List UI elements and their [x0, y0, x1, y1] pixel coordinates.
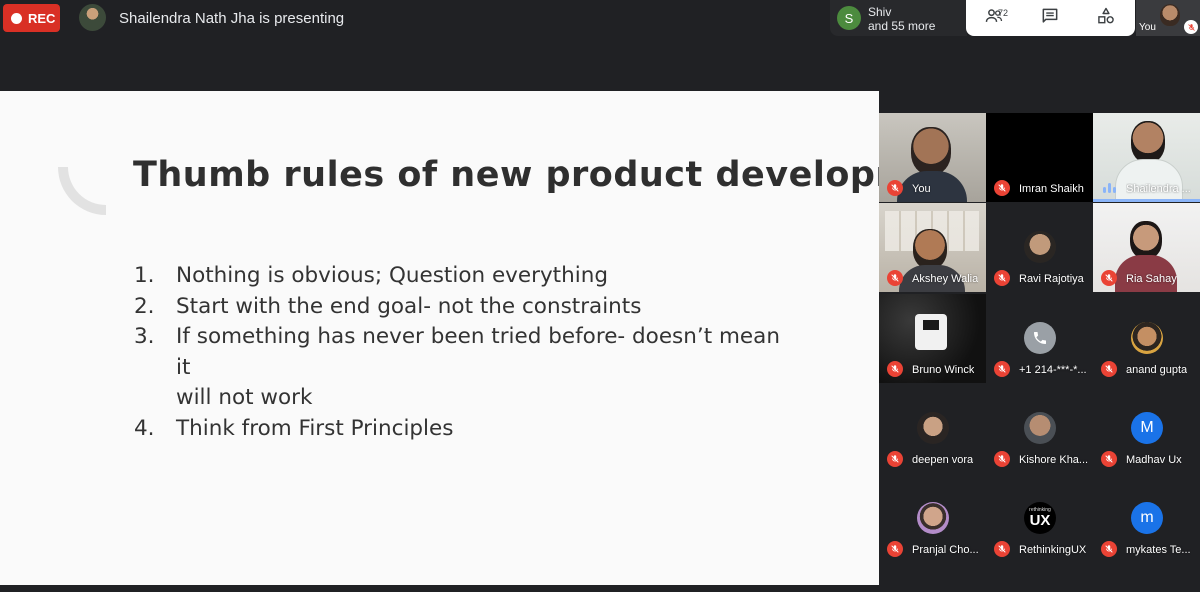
- participant-avatar: [1024, 231, 1056, 263]
- participant-video: [913, 229, 947, 269]
- participant-name: Bruno Winck: [912, 364, 975, 376]
- participant-tile[interactable]: You: [879, 113, 986, 202]
- participant-avatar: [1131, 322, 1163, 354]
- mic-off-icon: [887, 361, 903, 377]
- mic-off-icon: [1101, 270, 1117, 286]
- mic-off-icon: [994, 361, 1010, 377]
- mic-off-icon: [994, 451, 1010, 467]
- activities-button[interactable]: [1078, 0, 1134, 36]
- participant-tile[interactable]: +1 214-***-*...: [986, 294, 1093, 383]
- phone-icon: [1024, 322, 1056, 354]
- participant-tile[interactable]: Bruno Winck: [879, 294, 986, 383]
- rethinkingux-logo: rethinking UX: [1024, 502, 1056, 534]
- presenter-avatar: [79, 4, 106, 31]
- participant-name: RethinkingUX: [1019, 544, 1087, 556]
- presentation-slide: Thumb rules of new product development 1…: [0, 91, 979, 585]
- others-avatar: S: [837, 6, 861, 30]
- item-number: 3.: [134, 324, 155, 349]
- participant-name: +1 214-***-*...: [1019, 364, 1087, 376]
- item-text: Nothing is obvious; Question everything: [176, 263, 608, 288]
- participant-video: [1130, 221, 1162, 259]
- people-button[interactable]: 72: [966, 0, 1022, 36]
- participant-avatar: m: [1131, 502, 1163, 534]
- slide-list-item: 3. If something has never been tried bef…: [134, 322, 794, 414]
- participant-name: Shailendra ...: [1126, 183, 1191, 195]
- mic-off-icon: [887, 451, 903, 467]
- active-speaker-border: [1093, 199, 1200, 202]
- participant-avatar: [917, 502, 949, 534]
- participant-tile[interactable]: Pranjal Cho...: [879, 474, 986, 563]
- rec-label: REC: [28, 10, 56, 26]
- top-bar: REC Shailendra Nath Jha is presenting S …: [0, 0, 1200, 38]
- participant-name: deepen vora: [912, 454, 974, 466]
- mic-off-icon: [887, 180, 903, 196]
- speaking-indicator-icon: [1103, 183, 1116, 193]
- participant-name: Imran Shaikh: [1019, 183, 1084, 195]
- recording-indicator[interactable]: REC: [3, 4, 60, 32]
- slide-decoration: [58, 167, 106, 215]
- self-view-tile[interactable]: You: [1136, 0, 1200, 36]
- chat-button[interactable]: [1022, 0, 1078, 36]
- item-number: 4.: [134, 415, 155, 441]
- participant-tile[interactable]: Imran Shaikh: [986, 113, 1093, 202]
- participants-count: 72: [998, 8, 1009, 18]
- participant-tile[interactable]: rethinking UX RethinkingUX: [986, 474, 1093, 563]
- mic-off-icon: [994, 541, 1010, 557]
- participant-name: Madhav Ux: [1126, 454, 1182, 466]
- participant-name: Kishore Kha...: [1019, 454, 1089, 466]
- mic-off-icon: [1101, 361, 1117, 377]
- participant-avatar: [917, 412, 949, 444]
- others-more: and 55 more: [868, 19, 936, 33]
- bottom-strip: [0, 585, 879, 592]
- slide-list-item: 2. Start with the end goal- not the cons…: [134, 292, 794, 323]
- slide-title: Thumb rules of new product development: [133, 155, 980, 195]
- participant-video: [911, 127, 951, 175]
- item-number: 1.: [134, 263, 155, 288]
- mic-off-icon: [1184, 20, 1198, 34]
- mic-off-icon: [994, 180, 1010, 196]
- others-name: Shiv: [868, 5, 892, 19]
- mic-off-icon: [887, 270, 903, 286]
- participant-name: Ria Sahay: [1126, 273, 1177, 285]
- slide-list: 1. Nothing is obvious; Question everythi…: [134, 261, 794, 444]
- item-text: If something has never been tried before…: [176, 324, 780, 380]
- call-controls: 72: [966, 0, 1135, 36]
- participant-avatar: [1024, 412, 1056, 444]
- self-video: [1160, 4, 1180, 26]
- participant-tile-active-speaker[interactable]: Shailendra ...: [1093, 113, 1200, 202]
- mic-off-icon: [887, 541, 903, 557]
- activities-icon: [1096, 6, 1116, 31]
- participant-tile[interactable]: Kishore Kha...: [986, 384, 1093, 473]
- participant-name: You: [912, 183, 931, 195]
- mic-off-icon: [994, 270, 1010, 286]
- participant-name: anand gupta: [1126, 364, 1188, 376]
- participant-name: Akshey Walia: [912, 273, 979, 285]
- participant-name: Pranjal Cho...: [912, 544, 979, 556]
- record-dot-icon: [11, 12, 22, 24]
- chat-icon: [1040, 6, 1060, 31]
- participant-tile[interactable]: Ravi Rajotiya: [986, 203, 1093, 292]
- participant-name: mykates Te...: [1126, 544, 1191, 556]
- participant-avatar: M: [1131, 412, 1163, 444]
- participant-tile[interactable]: anand gupta: [1093, 294, 1200, 383]
- participant-tile[interactable]: M Madhav Ux: [1093, 384, 1200, 473]
- item-text: Start with the end goal- not the constra…: [176, 293, 642, 319]
- participant-tile[interactable]: m mykates Te...: [1093, 474, 1200, 563]
- participant-video: [1131, 121, 1165, 163]
- other-participants-indicator[interactable]: S Shiv and 55 more: [830, 0, 967, 36]
- mic-off-icon: [1101, 541, 1117, 557]
- item-text-continued: will not work: [176, 385, 313, 410]
- participant-name: Ravi Rajotiya: [1019, 273, 1084, 285]
- item-text: Think from First Principles: [176, 415, 454, 441]
- self-label: You: [1139, 22, 1156, 33]
- slide-list-item: 4. Think from First Principles: [134, 414, 794, 445]
- participant-tile[interactable]: Ria Sahay: [1093, 203, 1200, 292]
- presenting-status: Shailendra Nath Jha is presenting: [119, 10, 345, 27]
- participant-tile[interactable]: Akshey Walia: [879, 203, 986, 292]
- mic-off-icon: [1101, 451, 1117, 467]
- slide-list-item: 1. Nothing is obvious; Question everythi…: [134, 261, 794, 292]
- participant-tile[interactable]: deepen vora: [879, 384, 986, 473]
- item-number: 2.: [134, 293, 155, 319]
